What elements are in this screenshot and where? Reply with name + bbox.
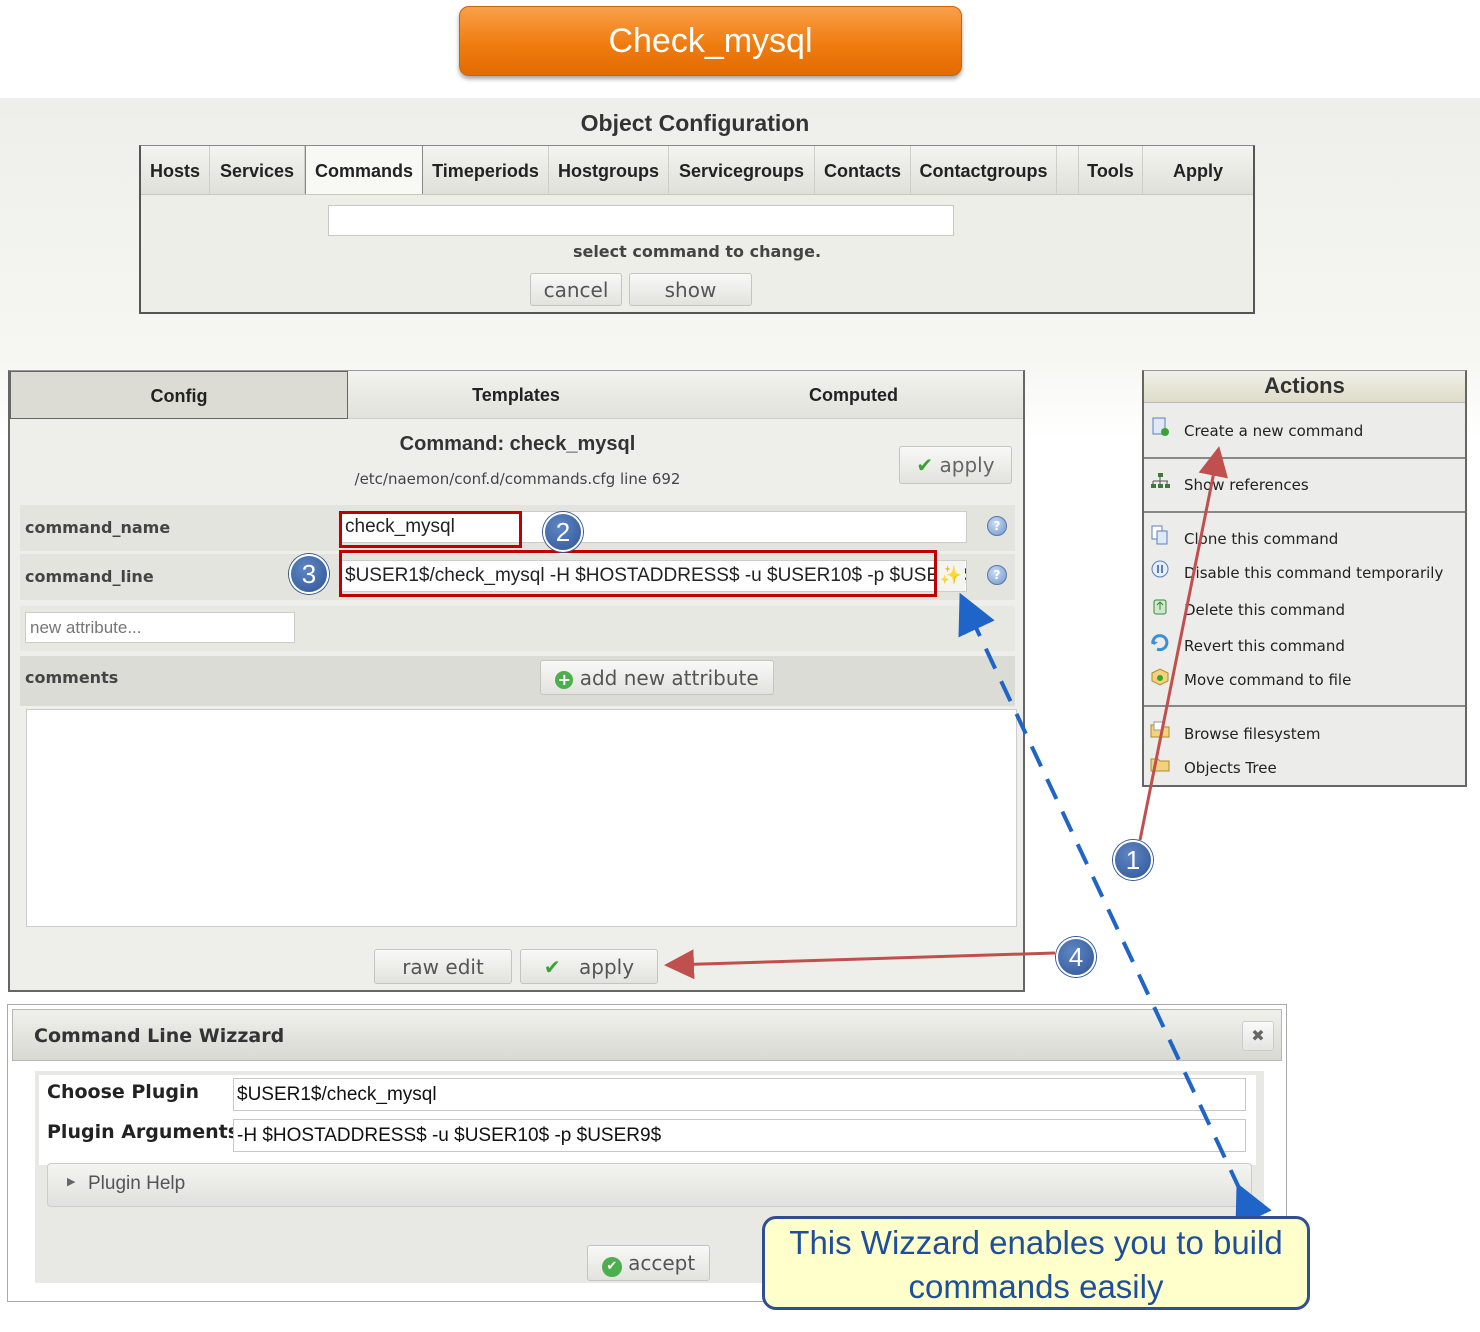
wizard-callout: This Wizzard enables you to build comman… — [762, 1216, 1310, 1310]
arrow-to-apply — [664, 949, 1056, 980]
step-marker-2: 2 — [543, 512, 583, 552]
step-marker-4: 4 — [1056, 937, 1096, 977]
step-marker-3: 3 — [289, 554, 329, 594]
arrow-to-create-command — [1138, 446, 1228, 841]
dashed-arrow-wizard — [958, 592, 1272, 1228]
step-marker-1: 1 — [1113, 840, 1153, 880]
annotation-arrows — [664, 446, 1272, 1228]
